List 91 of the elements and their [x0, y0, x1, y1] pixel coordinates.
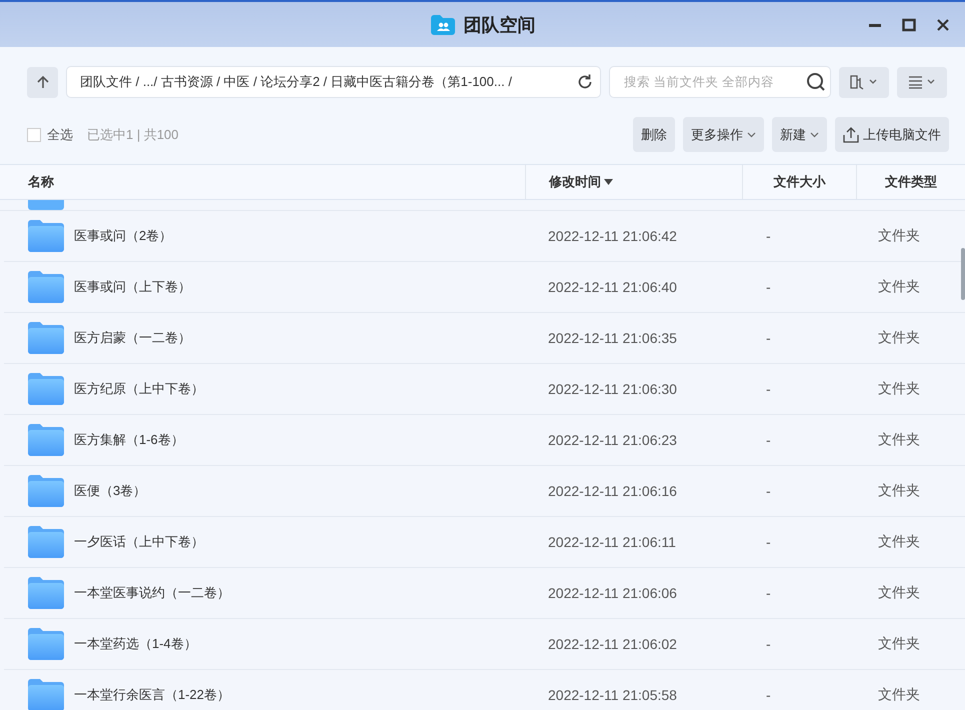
- modified-time: 2022-12-11 21:05:58: [548, 687, 677, 703]
- folder-icon: [28, 577, 64, 609]
- modified-time: 2022-12-11 21:06:06: [548, 585, 677, 601]
- sort-descending-icon: [604, 178, 613, 186]
- file-row[interactable]: 医事或问（上下卷） 2022-12-11 21:06:40 - 文件夹: [4, 262, 965, 313]
- search-input[interactable]: 搜索 当前文件夹 全部内容: [622, 74, 806, 90]
- file-name: 医事或问（2卷）: [74, 227, 172, 245]
- file-size: -: [766, 381, 771, 397]
- folder-icon: [28, 679, 64, 710]
- file-size: -: [766, 228, 771, 244]
- folder-icon: [28, 526, 64, 558]
- file-row[interactable]: 医便（3卷） 2022-12-11 21:06:16 - 文件夹: [4, 466, 965, 517]
- file-type: 文件夹: [878, 329, 920, 347]
- dropdown-button[interactable]: 更多操作: [683, 117, 764, 152]
- folder-icon: [28, 628, 64, 660]
- upload-icon: [843, 126, 859, 142]
- window-title: 团队空间: [464, 14, 536, 36]
- folder-icon: [28, 200, 64, 210]
- file-name: 医事或问（上下卷）: [74, 278, 191, 296]
- file-row[interactable]: 医事或问（2卷） 2022-12-11 21:06:42 - 文件夹: [4, 211, 965, 262]
- folder-icon: [28, 322, 64, 354]
- file-type: 文件夹: [878, 227, 920, 245]
- file-row[interactable]: 一本堂行余医言（1-22卷） 2022-12-11 21:05:58 - 文件夹: [4, 670, 965, 710]
- column-label: 文件大小: [774, 173, 826, 191]
- view-mode-button[interactable]: [839, 66, 889, 98]
- file-type: 文件夹: [878, 431, 920, 449]
- folder-icon: [28, 271, 64, 303]
- modified-time: 2022-12-11 21:06:40: [548, 279, 677, 295]
- caret-icon: [747, 130, 756, 139]
- file-row[interactable]: 医方集解（1-6卷） 2022-12-11 21:06:23 - 文件夹: [4, 415, 965, 466]
- up-button[interactable]: [27, 66, 58, 98]
- column-label: 名称: [28, 173, 54, 191]
- scrollbar-thumb[interactable]: [961, 248, 965, 300]
- modified-time: 2022-12-11 21:06:11: [548, 534, 676, 550]
- search-field[interactable]: 搜索 当前文件夹 全部内容: [609, 66, 831, 98]
- modified-time: 2022-12-11 21:06:35: [548, 330, 677, 346]
- modified-time: 2022-12-11 21:06:30: [548, 381, 677, 397]
- path-field[interactable]: 团队文件 / .../ 古书资源 / 中医 / 论坛分享2 / 日藏中医古籍分卷（第1-100... /: [66, 66, 601, 98]
- folder-icon: [28, 424, 64, 456]
- file-type: 文件夹: [878, 278, 920, 296]
- upload-button[interactable]: 上传电脑文件: [835, 117, 949, 152]
- file-name: 一本堂行余医言（1-22卷）: [74, 686, 230, 704]
- maximize-icon: [902, 18, 916, 32]
- caret-icon: [810, 130, 819, 139]
- file-size: -: [766, 534, 771, 550]
- refresh-icon[interactable]: [576, 73, 594, 91]
- dropdown-button[interactable]: 新建: [772, 117, 827, 152]
- file-row[interactable]: 一夕医话（上中下卷） 2022-12-11 21:06:11 - 文件夹: [4, 517, 965, 568]
- up-arrow-icon: [36, 75, 50, 89]
- modified-time: 2022-12-11 21:06:42: [548, 228, 677, 244]
- file-row[interactable]: 医方启蒙（一二卷） 2022-12-11 21:06:35 - 文件夹: [4, 313, 965, 364]
- file-size: -: [766, 483, 771, 499]
- modified-time: 2022-12-11 21:06:02: [548, 636, 677, 652]
- list-menu-icon: [907, 74, 937, 90]
- file-size: -: [766, 636, 771, 652]
- folder-icon: [28, 220, 64, 252]
- file-type: 文件夹: [878, 533, 920, 551]
- file-name: 医方纪原（上中下卷）: [74, 380, 204, 398]
- file-row[interactable]: 一本堂药选（1-4卷） 2022-12-11 21:06:02 - 文件夹: [4, 619, 965, 670]
- file-size: -: [766, 330, 771, 346]
- file-name: 一本堂药选（1-4卷）: [74, 635, 197, 653]
- selection-count: 已选中1 | 共100: [87, 126, 179, 144]
- file-size: -: [766, 687, 771, 703]
- delete-button[interactable]: 删除: [633, 117, 675, 152]
- file-type: 文件夹: [878, 635, 920, 653]
- file-size: -: [766, 279, 771, 295]
- modified-time: 2022-12-11 21:06:16: [548, 483, 677, 499]
- file-type: 文件夹: [878, 584, 920, 602]
- folder-icon: [28, 475, 64, 507]
- file-type: 文件夹: [878, 380, 920, 398]
- view-mode-icon: [849, 74, 879, 90]
- column-label: 文件类型: [885, 173, 937, 191]
- file-name: 一夕医话（上中下卷）: [74, 533, 204, 551]
- file-name: 医方集解（1-6卷）: [74, 431, 184, 449]
- search-icon[interactable]: [806, 72, 826, 92]
- folder-icon: [28, 373, 64, 405]
- file-name: 医方启蒙（一二卷）: [74, 329, 191, 347]
- file-size: -: [766, 585, 771, 601]
- file-name: 医便（3卷）: [74, 482, 146, 500]
- modified-time: 2022-12-11 21:06:23: [548, 432, 677, 448]
- file-type: 文件夹: [878, 482, 920, 500]
- file-name: 一本堂医事说约（一二卷）: [74, 584, 230, 602]
- select-all-checkbox[interactable]: 全选: [27, 126, 73, 144]
- file-row[interactable]: 医方纪原（上中下卷） 2022-12-11 21:06:30 - 文件夹: [4, 364, 965, 415]
- team-folder-icon: [430, 14, 456, 36]
- file-size: -: [766, 432, 771, 448]
- file-type: 文件夹: [878, 686, 920, 704]
- file-row[interactable]: 一本堂医事说约（一二卷） 2022-12-11 21:06:06 - 文件夹: [4, 568, 965, 619]
- column-label: 修改时间: [549, 173, 601, 191]
- sort-menu-button[interactable]: [897, 66, 947, 98]
- close-icon: [936, 18, 950, 32]
